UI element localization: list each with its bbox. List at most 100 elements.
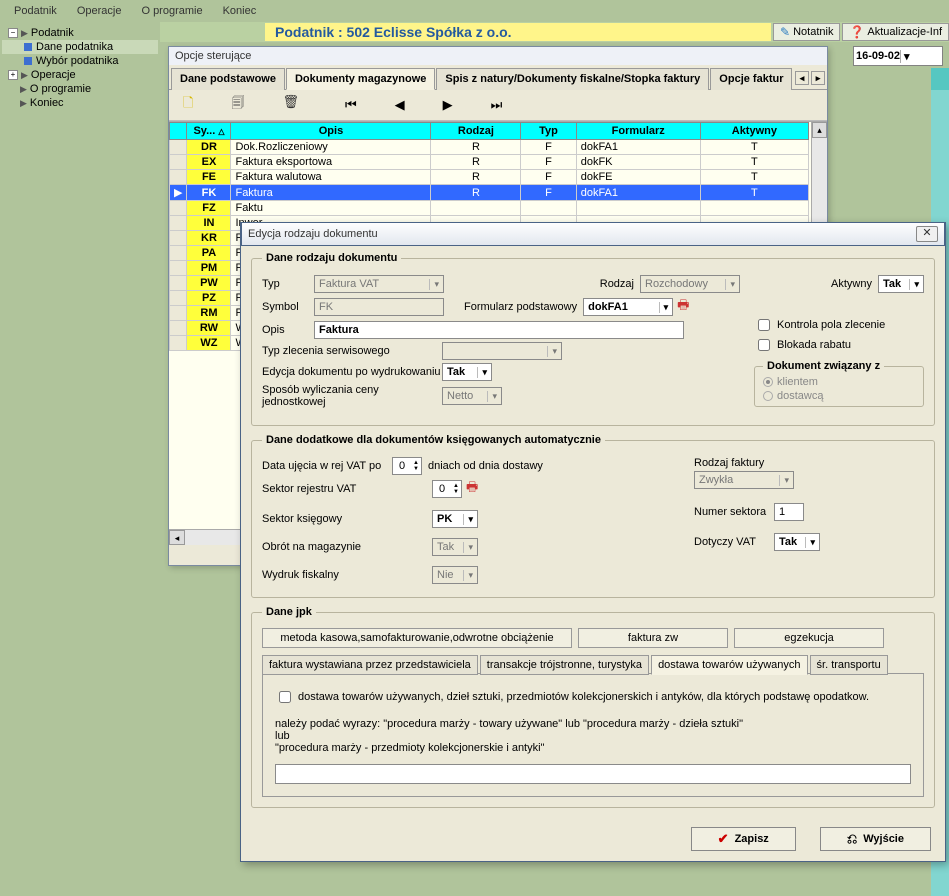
scroll-up-icon[interactable]: ▴: [812, 122, 827, 138]
jpk-btn-faktura-zw[interactable]: faktura zw: [578, 628, 728, 648]
cell-opis: Faktu: [231, 201, 431, 216]
chevron-down-icon[interactable]: ▾: [900, 50, 910, 63]
typ-combo[interactable]: Faktura VAT ▾: [314, 275, 444, 293]
chevron-down-icon[interactable]: ▾: [429, 279, 439, 290]
chevron-down-icon[interactable]: ▾: [463, 542, 473, 553]
rodzaj-combo[interactable]: Rozchodowy ▾: [640, 275, 740, 293]
checkbox-dostawa[interactable]: dostawa towarów używanych, dzieł sztuki,…: [275, 688, 911, 706]
chevron-down-icon[interactable]: ▾: [909, 279, 919, 290]
chevron-down-icon[interactable]: ▾: [463, 570, 473, 581]
col-typ[interactable]: Typ: [521, 123, 576, 140]
dotyczy-vat-combo[interactable]: Tak ▾: [774, 533, 820, 551]
tree-dane-podatnika[interactable]: Dane podatnika: [2, 40, 158, 54]
table-row[interactable]: FZFaktu: [170, 201, 809, 216]
aktualizacje-button[interactable]: ❓ Aktualizacje-Inf: [842, 23, 949, 41]
col-sym[interactable]: Sy... △: [187, 123, 231, 140]
chevron-down-icon[interactable]: ▾: [725, 279, 735, 290]
tree-koniec[interactable]: ▶ Koniec: [2, 96, 158, 110]
tab-spis-z-natury[interactable]: Spis z natury/Dokumenty fiskalne/Stopka …: [436, 68, 709, 90]
fieldset-dane-dodatkowe: Dane dodatkowe dla dokumentów księgowany…: [251, 434, 935, 598]
data-ujecia-spin[interactable]: ▲▼: [392, 457, 422, 475]
scroll-left-icon[interactable]: ◂: [169, 530, 185, 545]
chevron-down-icon[interactable]: ▾: [477, 367, 487, 378]
chevron-down-icon[interactable]: ▾: [487, 391, 497, 402]
tree-podatnik[interactable]: − ▶ Podatnik: [2, 26, 158, 40]
tree-operacje[interactable]: + ▶ Operacje: [2, 68, 158, 82]
table-row[interactable]: DRDok.RozliczeniowyRFdokFA1T: [170, 140, 809, 155]
aktywny-combo[interactable]: Tak ▾: [878, 275, 924, 293]
table-row[interactable]: ▶FKFakturaRFdokFA1T: [170, 185, 809, 201]
chevron-down-icon[interactable]: ▾: [779, 475, 789, 486]
edycja-dok-combo[interactable]: Tak ▾: [442, 363, 492, 381]
tab-scroll-left[interactable]: ◂: [795, 71, 809, 85]
printer-icon[interactable]: 🖶: [677, 296, 689, 318]
menu-podatnik[interactable]: Podatnik: [4, 2, 67, 20]
checkbox-input[interactable]: [758, 319, 770, 331]
chevron-down-icon[interactable]: ▾: [659, 302, 669, 313]
first-icon[interactable]: ⏮: [337, 95, 365, 115]
jpk-btn-metoda[interactable]: metoda kasowa,samofakturowanie,odwrotne …: [262, 628, 572, 648]
tab-scroll-right[interactable]: ▸: [811, 71, 825, 85]
spin-input[interactable]: [393, 459, 411, 473]
typ-zlecenia-combo[interactable]: ▾: [442, 342, 562, 360]
spin-down-icon[interactable]: ▼: [453, 489, 459, 495]
spin-down-icon[interactable]: ▼: [413, 466, 419, 472]
checkbox-input[interactable]: [758, 339, 770, 351]
new-doc-icon[interactable]: 🗋: [175, 92, 201, 118]
menu-oprog[interactable]: O programie: [131, 2, 212, 20]
jpk-tab-transakcje[interactable]: transakcje trójstronne, turystyka: [480, 655, 649, 675]
chevron-down-icon[interactable]: ▾: [463, 514, 473, 525]
col-rodzaj[interactable]: Rodzaj: [431, 123, 521, 140]
formularz-combo[interactable]: dokFA1 ▾: [583, 298, 673, 316]
tree-wybor-podatnika[interactable]: Wybór podatnika: [2, 54, 158, 68]
next-icon[interactable]: ▶: [435, 95, 461, 115]
opis-field[interactable]: Faktura: [314, 321, 684, 339]
collapse-icon[interactable]: −: [8, 28, 18, 38]
spin-input[interactable]: [433, 482, 451, 496]
sposob-combo[interactable]: Netto ▾: [442, 387, 502, 405]
sektor-rejestru-spin[interactable]: ▲▼: [432, 480, 462, 498]
table-row[interactable]: EXFaktura eksportowaRFdokFKT: [170, 155, 809, 170]
chevron-down-icon[interactable]: ▾: [805, 537, 815, 548]
wyjscie-button[interactable]: ⎌ Wyjście: [820, 827, 931, 851]
notatnik-button[interactable]: ✎ Notatnik: [773, 23, 840, 41]
jpk-btn-egzekucja[interactable]: egzekucja: [734, 628, 884, 648]
jpk-tab-dostawa[interactable]: dostawa towarów używanych: [651, 655, 807, 675]
zapisz-button[interactable]: ✔ Zapisz: [691, 827, 796, 851]
rodzaj-faktury-combo[interactable]: Zwykła ▾: [694, 471, 794, 489]
menu-operacje[interactable]: Operacje: [67, 2, 132, 20]
wydruk-combo[interactable]: Nie ▾: [432, 566, 478, 584]
delete-icon[interactable]: 🗑: [274, 92, 307, 118]
numer-sektora-field[interactable]: 1: [774, 503, 804, 521]
jpk-input[interactable]: [275, 764, 911, 784]
col-opis[interactable]: Opis: [231, 123, 431, 140]
chevron-down-icon[interactable]: ▾: [547, 346, 557, 357]
cell-opis: Dok.Rozliczeniowy: [231, 140, 431, 155]
expand-icon[interactable]: +: [8, 70, 18, 80]
table-row[interactable]: FEFaktura walutowaRFdokFET: [170, 170, 809, 185]
jpk-tab-sr-transportu[interactable]: śr. transportu: [810, 655, 888, 675]
checkbox-input[interactable]: [279, 691, 291, 703]
tab-dokumenty-magazynowe[interactable]: Dokumenty magazynowe: [286, 68, 435, 90]
sektor-ksiegowy-combo[interactable]: PK ▾: [432, 510, 478, 528]
col-aktywny[interactable]: Aktywny: [700, 123, 808, 140]
date-field[interactable]: 16-09-02 ▾: [853, 46, 943, 66]
col-formularz[interactable]: Formularz: [576, 123, 700, 140]
edit-doc-icon[interactable]: 🗐: [223, 92, 252, 118]
jpk-tab-faktura-wyst[interactable]: faktura wystawiana przez przedstawiciela: [262, 655, 478, 675]
prev-icon[interactable]: ◀: [387, 95, 413, 115]
tree-oprogramie[interactable]: ▶ O programie: [2, 82, 158, 96]
radio-label: dostawcą: [777, 390, 823, 402]
checkbox-kontrola[interactable]: Kontrola pola zlecenie: [754, 316, 924, 334]
tab-dane-podstawowe[interactable]: Dane podstawowe: [171, 68, 285, 90]
obrot-combo[interactable]: Tak ▾: [432, 538, 478, 556]
close-icon[interactable]: ✕: [916, 226, 938, 242]
tab-opcje-faktur[interactable]: Opcje faktur: [710, 68, 792, 90]
printer-icon[interactable]: 🖶: [466, 478, 478, 500]
symbol-field[interactable]: FK: [314, 298, 444, 316]
tree-label: Koniec: [30, 97, 64, 109]
menu-koniec[interactable]: Koniec: [213, 2, 267, 20]
checkbox-blokada[interactable]: Blokada rabatu: [754, 336, 924, 354]
row-marker: [170, 291, 187, 306]
last-icon[interactable]: ⏭: [483, 95, 511, 115]
